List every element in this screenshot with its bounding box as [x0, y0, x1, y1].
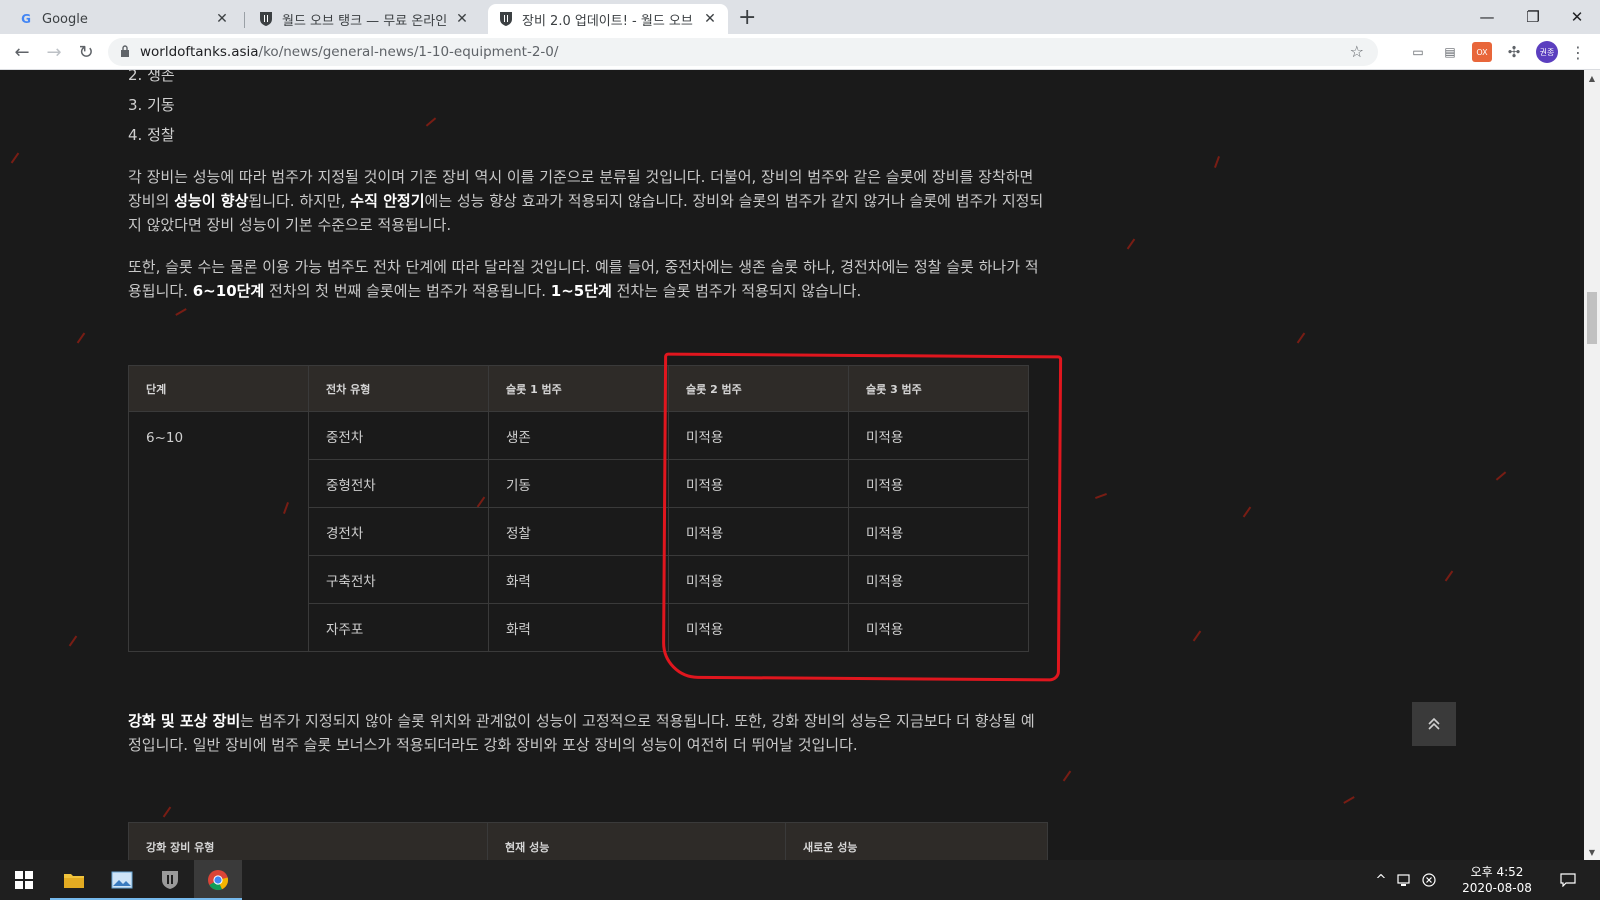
- clock-time: 오후 4:52: [1470, 865, 1524, 879]
- taskbar-clock[interactable]: 오후 4:52 2020-08-08: [1452, 864, 1542, 896]
- tab-title: 월드 오브 탱크 — 무료 온라인: [282, 13, 448, 29]
- folder-icon: [64, 874, 84, 888]
- profile-avatar[interactable]: 권종: [1536, 41, 1558, 63]
- taskbar-file-explorer[interactable]: [50, 860, 98, 900]
- taskbar-world-of-tanks[interactable]: [146, 860, 194, 900]
- tab-title: Google: [42, 11, 88, 27]
- page-viewport: 2. 생존 3. 기동 4. 정찰 각 장비는 성능에 따라 범주가 지정될 것…: [0, 70, 1584, 860]
- table-cell: 화력: [488, 603, 669, 652]
- table-cell: 화력: [488, 555, 669, 604]
- wot-shield-icon: [498, 11, 514, 27]
- url-path: /ko/news/general-news/1-10-equipment-2-0…: [258, 44, 559, 60]
- extension-ox-icon[interactable]: OX: [1472, 42, 1492, 62]
- list-item: 3. 기동: [128, 96, 175, 114]
- table-header: 전차 유형: [308, 365, 489, 412]
- page-scrollbar[interactable]: ▲ ▼: [1584, 70, 1600, 860]
- image-viewer-icon: [111, 871, 133, 889]
- cast-icon[interactable]: ▭: [1408, 42, 1428, 62]
- reload-button[interactable]: ↻: [74, 40, 98, 64]
- table-header: 강화 장비 유형: [146, 841, 215, 854]
- windows-taskbar: ^ 오후 4:52 2020-08-08: [0, 860, 1600, 900]
- wot-shield-icon: [162, 871, 178, 889]
- windows-logo-icon: [15, 871, 33, 889]
- browser-toolbar: ← → ↻ worldoftanks.asia/ko/news/general-…: [0, 34, 1600, 70]
- list-item: 4. 정찰: [128, 126, 175, 144]
- tab-close-icon[interactable]: ✕: [454, 11, 470, 27]
- table-cell: 정찰: [488, 507, 669, 556]
- scroll-up-arrow-icon[interactable]: ▲: [1584, 70, 1600, 86]
- table-cell: 구축전차: [308, 555, 489, 604]
- extensions-puzzle-icon[interactable]: ✣: [1504, 42, 1524, 62]
- tab-google[interactable]: G Google ✕: [8, 4, 240, 34]
- network-icon[interactable]: [1394, 860, 1416, 900]
- table-cell: 중형전차: [308, 459, 489, 508]
- bookmark-star-icon[interactable]: ☆: [1350, 42, 1364, 61]
- clock-date: 2020-08-08: [1462, 881, 1532, 895]
- tier-cell: 6~10: [128, 411, 309, 652]
- tab-wot-main[interactable]: 월드 오브 탱크 — 무료 온라인 ✕: [248, 4, 480, 34]
- volume-muted-icon[interactable]: [1418, 860, 1440, 900]
- restore-button[interactable]: ❐: [1510, 0, 1556, 34]
- scroll-to-top-button[interactable]: [1412, 702, 1456, 746]
- red-annotation-outline: [661, 352, 1063, 682]
- tray-overflow-chevron-icon[interactable]: ^: [1372, 860, 1390, 900]
- table-cell: 중전차: [308, 411, 489, 460]
- notification-center-icon[interactable]: [1552, 860, 1584, 900]
- tab-title: 장비 2.0 업데이트! - 월드 오브: [522, 13, 693, 29]
- start-button[interactable]: [0, 860, 48, 900]
- address-bar[interactable]: worldoftanks.asia/ko/news/general-news/1…: [108, 38, 1378, 66]
- back-button[interactable]: ←: [10, 40, 34, 64]
- list-item: 2. 생존: [128, 70, 175, 84]
- new-tab-button[interactable]: +: [738, 5, 756, 30]
- table-cell: 자주포: [308, 603, 489, 652]
- tab-strip: G Google ✕ 월드 오브 탱크 — 무료 온라인 ✕ 장비 2.0 업데…: [0, 0, 1600, 34]
- media-icon[interactable]: ▤: [1440, 42, 1460, 62]
- paragraph-slot-tiers: 또한, 슬롯 수는 물론 이용 가능 범주도 전차 단계에 따라 달라질 것입니…: [128, 258, 1039, 300]
- google-g-icon: G: [21, 12, 31, 26]
- improved-equipment-table-header: 강화 장비 유형 현재 성능 새로운 성능: [128, 822, 1048, 860]
- paragraph-improved-equipment: 강화 및 포상 장비는 범주가 지정되지 않아 슬롯 위치와 관계없이 성능이 …: [128, 712, 1035, 754]
- wot-shield-icon: [258, 11, 274, 27]
- double-chevron-up-icon: [1428, 717, 1440, 730]
- taskbar-photos[interactable]: [98, 860, 146, 900]
- table-cell: 경전차: [308, 507, 489, 556]
- url-host: worldoftanks.asia: [140, 44, 259, 60]
- forward-button[interactable]: →: [42, 40, 66, 64]
- minimize-button[interactable]: —: [1464, 0, 1510, 34]
- paragraph-slot-categories: 각 장비는 성능에 따라 범주가 지정될 것이며 기존 장비 역시 이를 기준으…: [128, 168, 1044, 234]
- lock-icon: [120, 44, 130, 60]
- table-cell: 기동: [488, 459, 669, 508]
- close-window-button[interactable]: ✕: [1554, 0, 1600, 34]
- taskbar-chrome[interactable]: [194, 860, 242, 900]
- table-header: 단계: [128, 365, 309, 412]
- menu-kebab-icon[interactable]: ⋮: [1568, 42, 1588, 62]
- table-cell: 생존: [488, 411, 669, 460]
- tab-equipment-update[interactable]: 장비 2.0 업데이트! - 월드 오브 ✕: [488, 4, 728, 34]
- scrollbar-thumb[interactable]: [1587, 292, 1597, 344]
- scroll-down-arrow-icon[interactable]: ▼: [1584, 844, 1600, 860]
- table-header: 슬롯 1 범주: [488, 365, 669, 412]
- chrome-icon: [208, 870, 229, 891]
- url-text: worldoftanks.asia/ko/news/general-news/1…: [140, 44, 558, 60]
- tab-close-icon[interactable]: ✕: [214, 11, 230, 27]
- tab-close-icon[interactable]: ✕: [702, 11, 718, 27]
- table-header: 새로운 성능: [803, 841, 858, 854]
- table-header: 현재 성능: [505, 841, 550, 854]
